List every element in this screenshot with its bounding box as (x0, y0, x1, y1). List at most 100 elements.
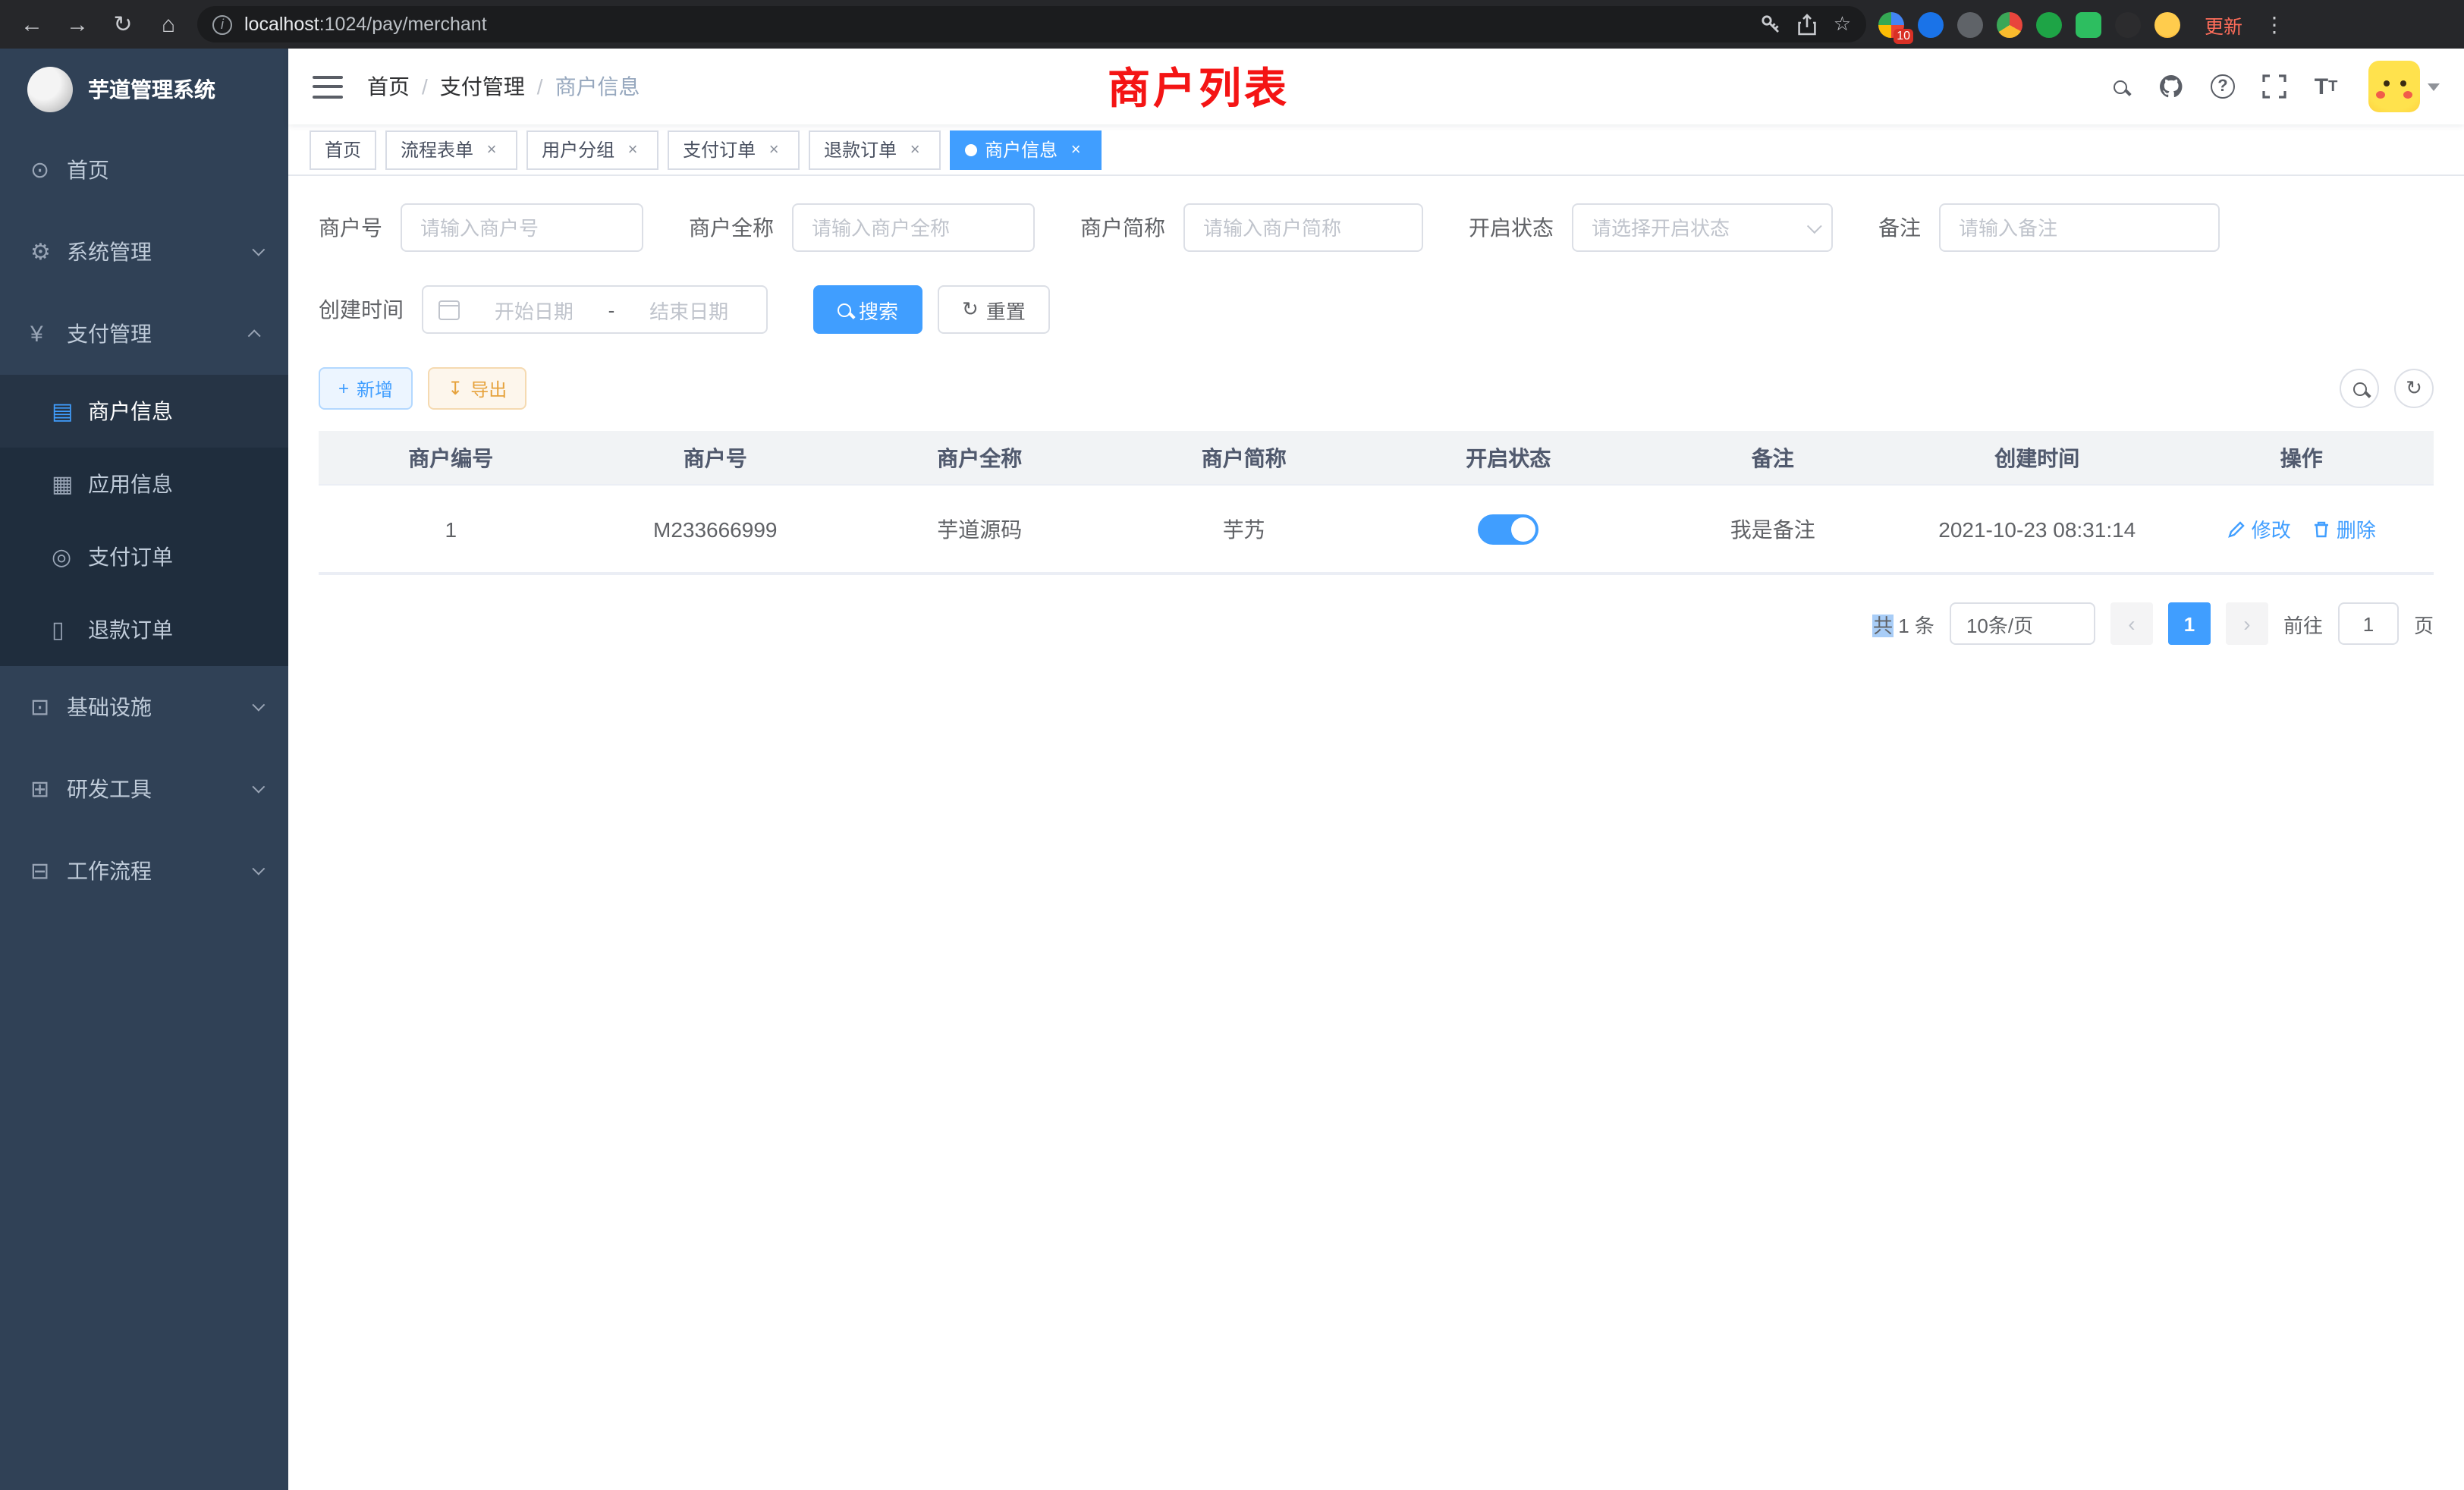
extension-icon-3[interactable] (1957, 11, 1983, 37)
page-annotation-title: 商户列表 (1108, 56, 1290, 117)
remark-input[interactable] (1939, 203, 2220, 252)
extension-icon-5[interactable] (2036, 11, 2062, 37)
home-icon[interactable]: ⌂ (152, 8, 185, 41)
download-icon: ↧ (448, 378, 463, 399)
sidebar-item-system[interactable]: ⚙ 系统管理 (0, 211, 288, 293)
sidebar-item-app-info[interactable]: ▦ 应用信息 (0, 448, 288, 520)
site-info-icon[interactable]: i (212, 14, 232, 34)
password-key-icon[interactable] (1761, 14, 1782, 35)
extension-icon-4[interactable] (1997, 11, 2022, 37)
pagination: 共 1 条 10条/页 ‹ 1 › 前往 页 (319, 602, 2434, 645)
goto-page-input[interactable] (2338, 602, 2399, 645)
tab-home[interactable]: 首页 (310, 130, 376, 169)
fullscreen-icon[interactable] (2259, 71, 2290, 102)
url-text[interactable]: localhost:1024/pay/merchant (244, 14, 1749, 35)
page-content: 商户号 商户全称 商户简称 开启状态 (288, 176, 2464, 1490)
forward-icon[interactable]: → (61, 8, 94, 41)
reset-button[interactable]: ↻ 重置 (938, 285, 1050, 334)
close-icon[interactable]: × (622, 139, 643, 160)
total-rest: 1 条 (1893, 614, 1934, 637)
reload-icon[interactable]: ↻ (106, 8, 140, 41)
extension-icon-7[interactable] (2115, 11, 2141, 37)
short-name-input[interactable] (1183, 203, 1423, 252)
calendar-icon (438, 300, 460, 319)
sidebar-item-refund-order[interactable]: ▯ 退款订单 (0, 593, 288, 666)
search-button[interactable]: 搜索 (813, 285, 922, 334)
back-icon[interactable]: ← (15, 8, 49, 41)
extension-icon-2[interactable] (1918, 11, 1944, 37)
tab-label: 支付订单 (683, 137, 756, 162)
table-header-row: 商户编号 商户号 商户全称 商户简称 开启状态 备注 创建时间 操作 (319, 431, 2434, 486)
breadcrumb-home[interactable]: 首页 (367, 71, 410, 102)
font-size-icon[interactable]: TT (2311, 71, 2341, 102)
col-header: 开启状态 (1376, 442, 1641, 473)
delete-link[interactable]: 删除 (2312, 514, 2376, 543)
toggle-search-button[interactable] (2340, 369, 2379, 408)
status-select[interactable] (1572, 203, 1833, 252)
tab-process-form[interactable]: 流程表单× (385, 130, 517, 169)
edit-pencil-icon (2227, 520, 2246, 538)
bookmark-star-icon[interactable]: ☆ (1834, 12, 1851, 36)
sidebar-item-workflow[interactable]: ⊟ 工作流程 (0, 830, 288, 912)
total-prefix: 共 (1873, 614, 1893, 637)
help-icon[interactable]: ? (2208, 71, 2238, 102)
browser-menu-icon[interactable]: ⋮ (2261, 11, 2288, 37)
avatar (2368, 61, 2420, 112)
cell-full-name: 芋道源码 (847, 514, 1112, 544)
status-toggle[interactable] (1478, 514, 1538, 544)
sidebar-item-label: 支付管理 (67, 319, 152, 349)
close-icon[interactable]: × (1065, 139, 1086, 160)
page-size-value: 10条/页 (1966, 609, 2033, 638)
sidebar-item-label: 首页 (67, 155, 109, 185)
sidebar: 芋道管理系统 ⊙ 首页 ⚙ 系统管理 ¥ 支付管理 ▤ 商户信息 (0, 49, 288, 1490)
close-icon[interactable]: × (904, 139, 926, 160)
app-logo[interactable]: 芋道管理系统 (0, 49, 288, 129)
active-dot (965, 143, 977, 156)
tab-merchant-info[interactable]: 商户信息× (950, 130, 1102, 169)
search-icon[interactable] (2104, 71, 2135, 102)
chevron-down-icon (252, 699, 265, 712)
refresh-table-button[interactable]: ↻ (2394, 369, 2434, 408)
status-label: 开启状态 (1469, 212, 1554, 243)
breadcrumb-separator: / (422, 74, 428, 99)
close-icon[interactable]: × (763, 139, 784, 160)
user-menu[interactable] (2368, 61, 2440, 112)
full-name-input[interactable] (792, 203, 1035, 252)
tab-user-group[interactable]: 用户分组× (526, 130, 658, 169)
url-host: localhost (244, 14, 319, 35)
extension-icon-6[interactable] (2076, 11, 2101, 37)
date-range-picker[interactable]: 开始日期 - 结束日期 (422, 285, 768, 334)
app-title: 芋道管理系统 (88, 74, 215, 104)
page-number-1[interactable]: 1 (2168, 602, 2211, 645)
sidebar-item-dev-tools[interactable]: ⊞ 研发工具 (0, 748, 288, 830)
main-area: 首页 / 支付管理 / 商户信息 商户列表 ? TT (288, 49, 2464, 1490)
reset-button-label: 重置 (986, 295, 1026, 324)
share-icon[interactable] (1797, 13, 1818, 36)
browser-update-button[interactable]: 更新 (2205, 10, 2242, 39)
goto-label: 前往 (2283, 609, 2323, 638)
breadcrumb-payment[interactable]: 支付管理 (440, 71, 525, 102)
sidebar-item-merchant-info[interactable]: ▤ 商户信息 (0, 375, 288, 448)
edit-link[interactable]: 修改 (2227, 514, 2291, 543)
export-button[interactable]: ↧ 导出 (428, 367, 526, 410)
extension-icon-1[interactable]: 10 (1878, 11, 1904, 37)
close-icon[interactable]: × (481, 139, 502, 160)
github-icon[interactable] (2156, 71, 2186, 102)
next-page-button[interactable]: › (2226, 602, 2268, 645)
tab-refund-order[interactable]: 退款订单× (809, 130, 941, 169)
sidebar-toggle-icon[interactable] (313, 75, 343, 98)
extension-icon-8[interactable] (2154, 11, 2180, 37)
prev-page-button[interactable]: ‹ (2110, 602, 2153, 645)
sidebar-item-home[interactable]: ⊙ 首页 (0, 129, 288, 211)
trash-icon (2312, 520, 2330, 538)
merchant-no-label: 商户号 (319, 212, 382, 243)
sidebar-item-infrastructure[interactable]: ⊡ 基础设施 (0, 666, 288, 748)
sidebar-item-payment[interactable]: ¥ 支付管理 (0, 293, 288, 375)
sidebar-item-pay-order[interactable]: ◎ 支付订单 (0, 520, 288, 593)
tab-pay-order[interactable]: 支付订单 × (668, 130, 800, 169)
add-button[interactable]: + 新增 (319, 367, 413, 410)
merchant-no-input[interactable] (401, 203, 643, 252)
page-size-select[interactable]: 10条/页 (1950, 602, 2095, 645)
address-bar[interactable]: i localhost:1024/pay/merchant ☆ (197, 6, 1866, 42)
sidebar-item-label: 基础设施 (67, 692, 152, 722)
